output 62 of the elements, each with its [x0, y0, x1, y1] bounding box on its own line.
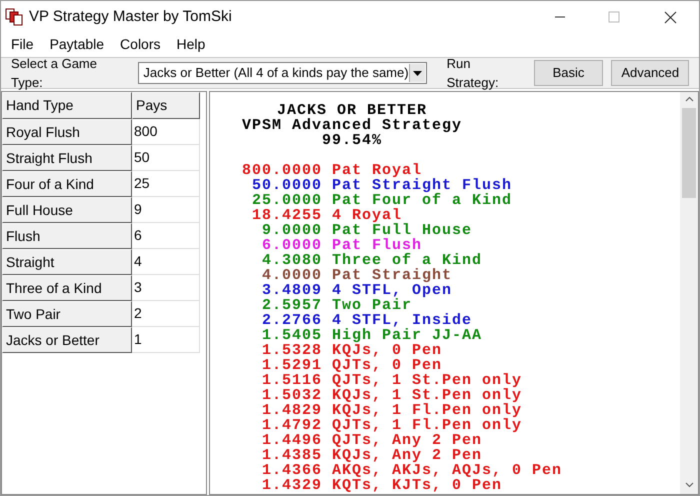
strategy-line: 1.5328 KQJs, 0 Pen [260, 343, 442, 358]
scroll-down-icon[interactable] [684, 482, 694, 488]
strategy-line: 9.0000 Pat Full House [260, 223, 472, 238]
close-icon[interactable] [664, 10, 677, 24]
strategy-line: 1.4329 KQTs, KJTs, 0 Pen [260, 478, 502, 493]
strategy-button[interactable]: Advanced [611, 60, 690, 86]
strategy-button[interactable]: Basic [534, 60, 604, 86]
hand-type-cell: Four of a Kind [2, 171, 132, 197]
pays-cell[interactable]: 800 [132, 119, 200, 145]
scrollbar[interactable] [680, 92, 698, 494]
column-header: Hand Type [2, 92, 132, 119]
strategy-line: 1.4829 KQJs, 1 Fl.Pen only [260, 403, 522, 418]
strategy-line: 2.5957 Two Pair [260, 298, 412, 313]
hand-type-cell: Full House [2, 197, 132, 223]
hand-type-cell: Flush [2, 223, 132, 249]
game-type-dropdown[interactable]: Jacks or Better (All 4 of a kinds pay the same) [138, 62, 427, 84]
menu-item[interactable]: Help [176, 34, 206, 54]
strategy-line: 800.0000 Pat Royal [242, 163, 422, 178]
pays-cell[interactable]: 3 [132, 275, 200, 301]
strategy-line: 1.5116 QJTs, 1 St.Pen only [260, 373, 522, 388]
pays-cell[interactable]: 9 [132, 197, 200, 223]
menu-item[interactable]: Paytable [50, 34, 104, 54]
strategy-line: 6.0000 Pat Flush [260, 238, 422, 253]
pays-cell[interactable]: 1 [132, 327, 200, 353]
pays-cell[interactable]: 2 [132, 301, 200, 327]
strategy-line: 1.5405 High Pair JJ-AA [260, 328, 482, 343]
game-type-label: Select a Game Type: [11, 54, 98, 92]
cards-icon [5, 8, 23, 26]
strategy-line: 3.4809 4 STFL, Open [260, 283, 452, 298]
scroll-thumb[interactable] [682, 108, 696, 198]
strategy-line: 1.4792 QJTs, 1 Fl.Pen only [260, 418, 522, 433]
strategy-line: 50.0000 Pat Straight Flush [250, 178, 512, 193]
strategy-heading: JACKS OR BETTER [277, 103, 428, 118]
strategy-line: 1.5291 QJTs, 0 Pen [260, 358, 442, 373]
scroll-up-icon[interactable] [684, 96, 694, 102]
strategy-line: 25.0000 Pat Four of a Kind [250, 193, 512, 208]
strategy-line: 18.4255 4 Royal [250, 208, 402, 223]
strategy-line: 1.5032 KQJs, 1 St.Pen only [260, 388, 522, 403]
menu-item[interactable]: Colors [120, 34, 161, 54]
pays-cell[interactable]: 6 [132, 223, 200, 249]
hand-type-cell: Straight [2, 249, 132, 275]
strategy-line: 1.4366 AKQs, AKJs, AQJs, 0 Pen [260, 463, 562, 478]
dropdown-arrow-icon [412, 70, 422, 76]
hand-type-cell: Jacks or Better [2, 327, 132, 353]
run-strategy-label: Run Strategy: [446, 54, 500, 92]
strategy-heading: 99.54% [322, 133, 382, 148]
column-header: Pays [132, 92, 200, 119]
pays-cell[interactable]: 50 [132, 145, 200, 171]
strategy-line: 2.2766 4 STFL, Inside [260, 313, 472, 328]
pays-cell[interactable]: 25 [132, 171, 200, 197]
window-title: VP Strategy Master by TomSki [29, 6, 232, 27]
hand-type-cell: Two Pair [2, 301, 132, 327]
hand-type-cell: Royal Flush [2, 119, 132, 145]
strategy-line: 4.0000 Pat Straight [260, 268, 452, 283]
hand-type-cell: Three of a Kind [2, 275, 132, 301]
hand-type-cell: Straight Flush [2, 145, 132, 171]
strategy-line: 1.4385 KQJs, Any 2 Pen [260, 448, 482, 463]
strategy-line: 1.4496 QJTs, Any 2 Pen [260, 433, 482, 448]
strategy-heading: VPSM Advanced Strategy [242, 118, 462, 133]
strategy-line: 4.3080 Three of a Kind [260, 253, 482, 268]
menu-item[interactable]: File [11, 34, 34, 54]
pays-cell[interactable]: 4 [132, 249, 200, 275]
